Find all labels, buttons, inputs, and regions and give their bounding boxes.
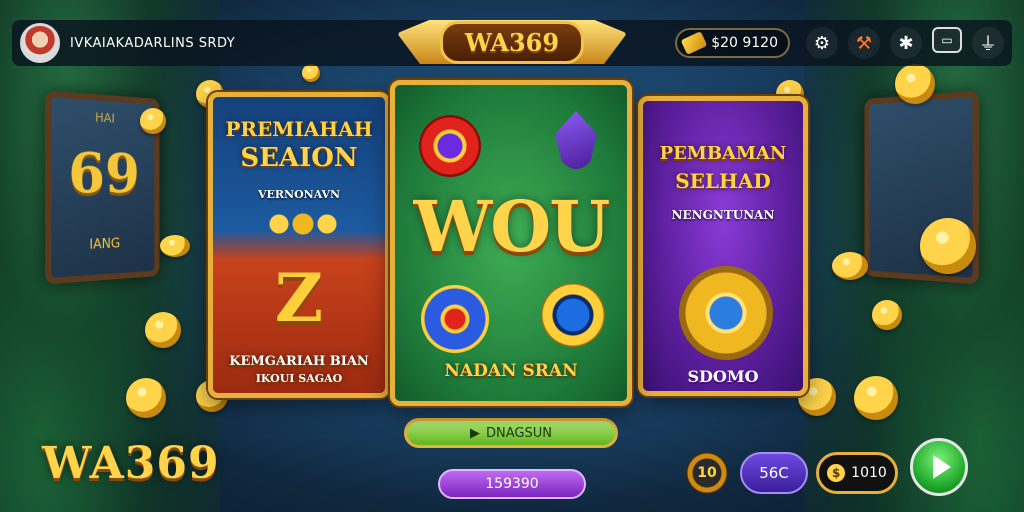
card-headline-text: WOU — [413, 185, 611, 268]
ticket-icon — [680, 31, 708, 55]
bet-button[interactable]: 56C — [740, 452, 808, 494]
coin-decoration — [872, 300, 902, 330]
coin-pile — [263, 212, 343, 236]
coin-decoration — [302, 64, 320, 82]
purple-gem-icon — [555, 111, 597, 169]
coin-decoration — [160, 235, 190, 257]
microphone-icon[interactable]: ⏚ — [972, 27, 1004, 59]
card-title-line2: SEAION — [240, 143, 358, 173]
gear-value-button[interactable]: 10 — [686, 452, 728, 494]
win-display[interactable]: $ 1010 — [816, 452, 898, 494]
hammer-icon[interactable]: ⚒ — [848, 27, 880, 59]
card-headline: WOU — [395, 185, 627, 268]
coin-decoration — [832, 252, 868, 280]
card-subtitle: VERNONAVN — [257, 188, 341, 201]
card-caption-line2: IKOUI SAGAO — [255, 372, 343, 385]
coin-decoration — [126, 378, 166, 418]
brand-logo: WA369 — [439, 20, 585, 64]
blue-chip-icon — [421, 285, 489, 353]
gold-chip-icon — [541, 283, 605, 347]
brand-logo-bottom: WA369 — [42, 438, 220, 489]
win-value: 1010 — [851, 465, 887, 481]
card-title-line2: SELHAD — [675, 169, 771, 193]
card-caption-line1: KEMGARIAH BIAN — [229, 354, 369, 369]
game-card-left[interactable]: PREMIAHAH SEAION VERNONAVN Z KEMGARIAH B… — [208, 92, 390, 398]
green-action-label: DNAGSUN — [486, 425, 552, 441]
top-icon-group: ⚙ ⚒ ✱ ▭ ⏚ — [806, 27, 1004, 59]
card-title-line1: PEMBAMAN — [659, 143, 787, 164]
card-caption: NADAN SRAN — [444, 361, 578, 381]
coin-decoration — [145, 312, 181, 348]
green-action-button[interactable]: ▶ DNAGSUN — [404, 418, 618, 448]
top-bar: IVKAIAKADARLINS SRDY WA369 $20 9120 ⚙ ⚒ … — [12, 20, 1012, 66]
coin-decoration — [920, 218, 976, 274]
settings-icon[interactable]: ⚙ — [806, 27, 838, 59]
dollar-coin-icon: $ — [827, 464, 846, 482]
chat-icon[interactable]: ▭ — [932, 27, 962, 53]
red-chip-icon — [419, 115, 481, 177]
purple-action-label: 159390 — [485, 476, 539, 492]
card-symbol: Z — [274, 259, 324, 337]
puzzle-icon[interactable]: ✱ — [890, 27, 922, 59]
play-icon: ▶ — [470, 425, 481, 441]
big-coin-icon — [679, 266, 773, 360]
game-card-right[interactable]: PEMBAMAN SELHAD NENGNTUNAN SDOMO — [638, 96, 808, 396]
card-title-line1: PREMIAHAH — [225, 117, 373, 141]
purple-action-button[interactable]: 159390 — [438, 469, 586, 499]
balance-display[interactable]: $20 9120 — [675, 28, 790, 58]
gear-value: 10 — [697, 465, 717, 481]
spin-play-button[interactable] — [910, 438, 968, 496]
side-sign-top-text: HAI — [95, 110, 115, 126]
balance-value: $20 9120 — [711, 35, 778, 51]
coin-decoration — [854, 376, 898, 420]
card-subtitle: NENGNTUNAN — [671, 208, 775, 222]
game-card-center[interactable]: WOU NADAN SRAN — [390, 80, 632, 406]
player-name: IVKAIAKADARLINS SRDY — [70, 35, 236, 51]
bet-value: 56C — [759, 464, 789, 482]
side-sign-number: 69 — [68, 139, 140, 206]
coin-decoration — [140, 108, 166, 134]
card-caption: SDOMO — [687, 367, 759, 386]
play-triangle-icon — [932, 455, 951, 479]
side-sign-label: IANG — [89, 236, 121, 253]
avatar[interactable] — [20, 23, 60, 63]
coin-decoration — [895, 64, 935, 104]
brand-badge: WA369 — [397, 14, 627, 70]
